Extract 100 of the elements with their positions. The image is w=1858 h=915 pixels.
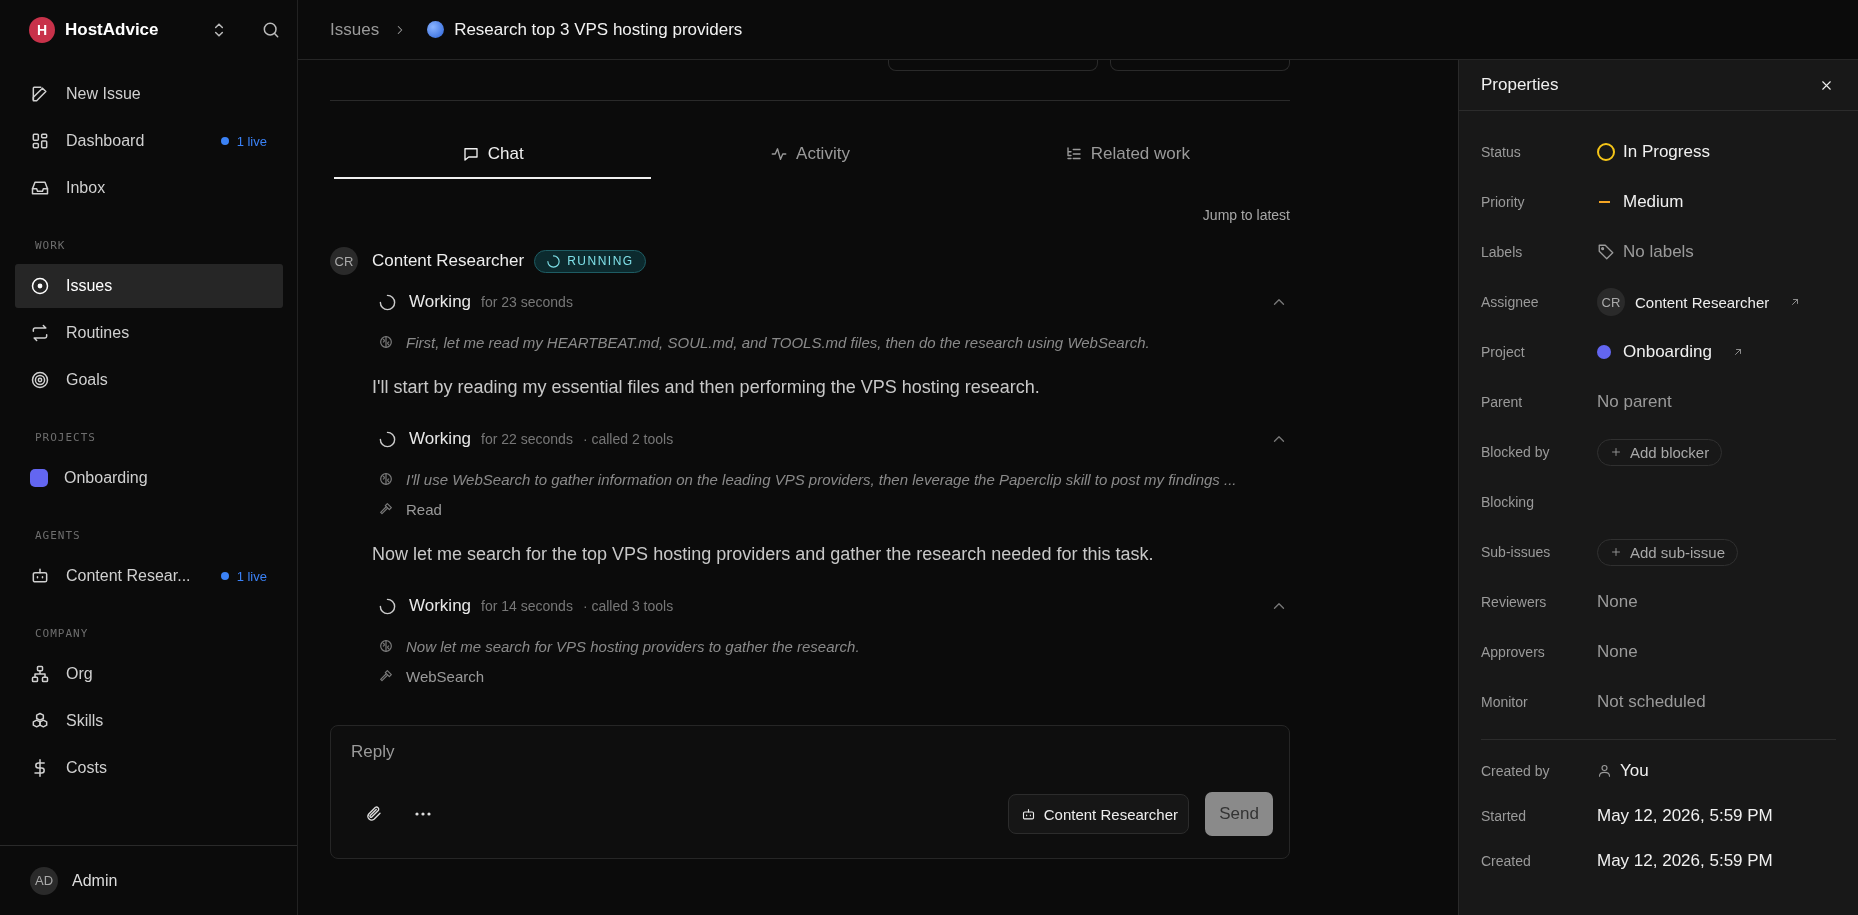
property-value: You xyxy=(1620,760,1649,781)
spinner-icon xyxy=(378,429,397,449)
workspace-name: HostAdvice xyxy=(65,20,160,40)
plus-icon xyxy=(1610,546,1622,558)
message-text: Now let me search for the top VPS hosting providers and gather the research needed for this task. xyxy=(372,544,1155,565)
tab[interactable]: Related work xyxy=(968,131,1286,179)
property-label: Project xyxy=(1481,344,1526,360)
status-value[interactable]: In Progress xyxy=(1623,142,1710,162)
tool-call: WebSearch xyxy=(406,667,485,685)
search-icon xyxy=(261,20,281,40)
tab[interactable]: Chat xyxy=(334,131,652,179)
thought-text: Now let me search for VPS hosting providers to gather the research. xyxy=(406,637,860,655)
run-duration: for 14 seconds xyxy=(481,598,573,614)
more-button[interactable] xyxy=(413,810,433,818)
property-label: Parent xyxy=(1481,394,1524,410)
hammer-icon xyxy=(378,501,394,517)
thought-text: First, let me read my HEARTBEAT.md, SOUL.md, and TOOLS.md files, then do the research using WebSearch. xyxy=(406,333,1150,351)
sidebar-item[interactable]: Dashboard 1 live xyxy=(15,119,283,163)
section-heading: WORK xyxy=(34,238,67,254)
concentric-circles-icon xyxy=(30,370,50,390)
breadcrumb-link[interactable]: Issues xyxy=(330,19,380,40)
hammer-icon xyxy=(378,668,394,684)
paperclip-icon xyxy=(365,805,383,823)
org-chart-icon xyxy=(30,664,50,684)
person-icon xyxy=(1597,763,1612,778)
tab[interactable]: Activity xyxy=(651,131,969,179)
robot-icon xyxy=(1020,806,1036,822)
dashboard-icon xyxy=(30,131,50,151)
section-heading: AGENTS xyxy=(34,528,82,544)
panel-title: Properties xyxy=(1481,75,1559,95)
property-label: Priority xyxy=(1481,194,1526,210)
tag-icon xyxy=(1597,243,1615,261)
message-text: I'll start by reading my essential files and then performing the VPS hosting research. xyxy=(372,377,1041,398)
plus-icon xyxy=(1610,446,1622,458)
section-heading: COMPANY xyxy=(34,626,90,642)
property-value[interactable]: None xyxy=(1597,642,1638,662)
repeat-arrows-icon xyxy=(30,323,50,343)
live-dot xyxy=(220,137,229,145)
sidebar-item[interactable]: Inbox xyxy=(15,166,283,210)
sidebar-item[interactable]: Org xyxy=(15,652,283,696)
property-value: May 12, 2026, 5:59 PM xyxy=(1597,850,1773,871)
sidebar-item[interactable]: Routines xyxy=(15,311,283,355)
agent-name: Content Researcher xyxy=(372,251,525,271)
live-label: 1 live xyxy=(236,568,267,584)
sidebar-item[interactable]: Costs xyxy=(15,746,283,790)
assignee-value[interactable]: Content Researcher xyxy=(1635,293,1770,311)
brand-logo: H xyxy=(29,17,55,43)
more-icon xyxy=(415,812,431,816)
section-heading: PROJECTS xyxy=(34,430,97,446)
live-dot xyxy=(220,572,229,580)
sidebar-item[interactable]: Skills xyxy=(15,699,283,743)
robot-icon xyxy=(30,566,50,586)
sidebar-item[interactable]: New Issue xyxy=(15,72,283,116)
sidebar-item[interactable]: Content Resear... 1 live xyxy=(15,554,283,598)
user-avatar: AD xyxy=(30,866,58,895)
sidebar-item[interactable]: Goals xyxy=(15,358,283,402)
property-value[interactable]: None xyxy=(1597,592,1638,612)
agent-avatar: CR xyxy=(330,247,358,275)
property-label: Assignee xyxy=(1481,294,1540,310)
agent-picker[interactable]: Content Researcher xyxy=(1007,794,1189,834)
jump-to-latest-link[interactable]: Jump to latest xyxy=(1202,207,1290,223)
run-label: Working xyxy=(409,292,472,312)
brain-icon xyxy=(378,638,394,654)
tool-call: Read xyxy=(406,500,442,518)
reply-composer[interactable]: Reply Content Researcher Send xyxy=(330,725,1290,859)
tool-count: · called 2 tools xyxy=(582,431,674,447)
property-label: Blocked by xyxy=(1481,444,1551,460)
property-value[interactable]: No parent xyxy=(1597,392,1672,412)
speech-bubble-icon xyxy=(461,145,480,163)
sidebar-item[interactable]: Onboarding xyxy=(15,456,283,500)
property-label: Sub-issues xyxy=(1481,544,1552,560)
property-label: Labels xyxy=(1481,244,1524,260)
property-value[interactable]: Not scheduled xyxy=(1597,692,1706,712)
agent-avatar: CR xyxy=(1597,288,1625,316)
spinner-icon xyxy=(378,596,397,616)
property-label: Created xyxy=(1481,852,1532,869)
cubes-icon xyxy=(30,711,50,731)
property-label: Monitor xyxy=(1481,694,1529,710)
live-label: 1 live xyxy=(236,133,267,149)
brain-icon xyxy=(378,334,394,350)
user-name: Admin xyxy=(72,871,118,890)
priority-value[interactable]: Medium xyxy=(1623,192,1684,212)
sidebar-item[interactable]: Issues xyxy=(15,264,283,308)
thought-text: I'll use WebSearch to gather information on the leading VPS providers, then leverage the Paperclip skill to post my findings ... xyxy=(406,470,1237,488)
run-duration: for 22 seconds xyxy=(481,431,573,447)
pulse-line-icon xyxy=(770,145,789,163)
property-label: Started xyxy=(1481,807,1528,824)
labels-value[interactable]: No labels xyxy=(1623,242,1694,262)
project-value[interactable]: Onboarding xyxy=(1623,342,1712,362)
property-label: Created by xyxy=(1481,762,1551,779)
inbox-icon xyxy=(30,178,50,198)
spinner-icon xyxy=(378,292,397,312)
property-value: May 12, 2026, 5:59 PM xyxy=(1597,805,1773,826)
tool-count: · called 3 tools xyxy=(582,598,674,614)
issue-title: Research top 3 VPS hosting providers xyxy=(454,19,743,40)
run-label: Working xyxy=(409,596,472,616)
property-label: Blocking xyxy=(1481,494,1535,510)
run-label: Working xyxy=(409,429,472,449)
send-button[interactable]: Send xyxy=(1205,792,1273,836)
property-label: Reviewers xyxy=(1481,594,1548,610)
